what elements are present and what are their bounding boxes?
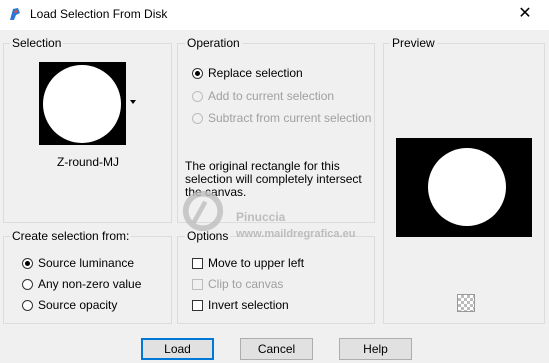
preview-circle [428,148,506,226]
subtract-selection-radio-dot [192,112,203,124]
selection-thumbnail[interactable] [39,62,126,145]
selection-file-name: Z-round-MJ [57,155,120,169]
any-non-zero-radio-dot [22,278,33,290]
source-opacity-radio[interactable]: Source opacity [22,298,117,312]
clip-to-canvas-box [192,278,203,290]
preview-zoom-checker-icon[interactable] [457,294,475,312]
invert-selection-label: Invert selection [208,298,289,312]
clip-to-canvas-label: Clip to canvas [208,277,284,291]
help-button[interactable]: Help [339,338,412,360]
preview-canvas [396,138,532,237]
any-non-zero-radio[interactable]: Any non-zero value [22,277,141,291]
watermark-site: www.maildregrafica.eu [236,228,356,240]
source-luminance-label: Source luminance [38,256,135,270]
move-upper-left-box [192,257,203,269]
invert-selection-checkbox[interactable]: Invert selection [192,298,289,312]
add-to-selection-radio-dot [192,90,203,102]
any-non-zero-label: Any non-zero value [38,277,142,291]
preview-group-label: Preview [390,36,437,50]
add-to-selection-label: Add to current selection [208,89,335,103]
create-selection-group-label: Create selection from: [10,229,132,243]
selection-group-label: Selection [10,36,64,50]
subtract-selection-label: Subtract from current selection [208,111,372,125]
source-opacity-label: Source opacity [38,298,118,312]
window-title: Load Selection From Disk [30,7,168,21]
load-button[interactable]: Load [141,338,214,360]
invert-selection-box [192,299,203,311]
close-icon: ✕ [518,5,532,22]
source-opacity-radio-dot [22,299,33,311]
watermark-logo-icon [182,190,224,232]
source-luminance-radio-dot [22,257,33,269]
selection-circle [43,65,121,143]
move-upper-left-label: Move to upper left [208,256,305,270]
cancel-button[interactable]: Cancel [240,338,313,360]
replace-selection-radio-dot [192,67,203,79]
operation-group-label: Operation [185,36,242,50]
source-luminance-radio[interactable]: Source luminance [22,256,134,270]
close-button[interactable]: ✕ [510,2,540,26]
subtract-selection-radio[interactable]: Subtract from current selection [192,111,371,125]
replace-selection-label: Replace selection [208,66,303,80]
add-to-selection-radio[interactable]: Add to current selection [192,89,334,103]
replace-selection-radio[interactable]: Replace selection [192,66,303,80]
title-bar: Load Selection From Disk ✕ [0,0,549,30]
watermark-name: Pinuccia [236,210,286,224]
move-upper-left-checkbox[interactable]: Move to upper left [192,256,304,270]
clip-to-canvas-checkbox[interactable]: Clip to canvas [192,277,283,291]
app-icon [10,8,20,20]
selection-dropdown-arrow-icon[interactable] [130,100,136,104]
